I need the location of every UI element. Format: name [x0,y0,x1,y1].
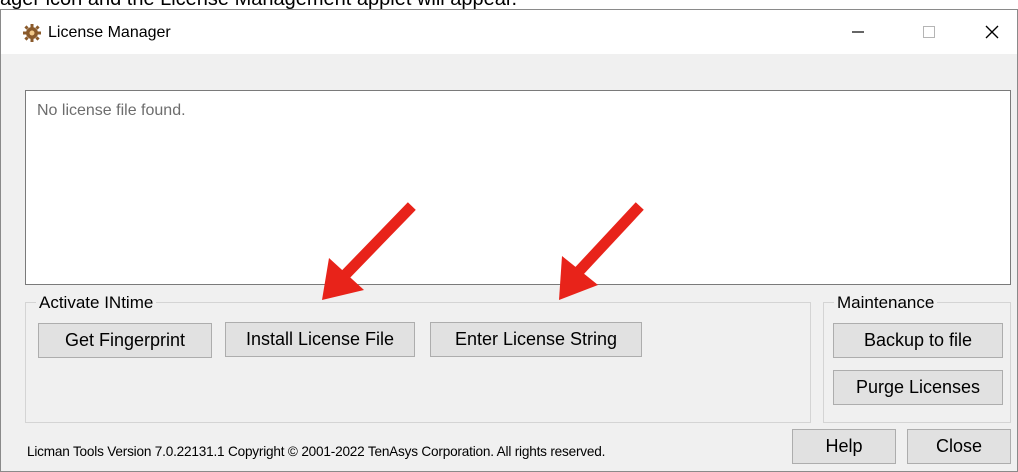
license-manager-window: License Manager No license file found. A… [0,9,1018,472]
close-icon [985,25,999,39]
get-fingerprint-button[interactable]: Get Fingerprint [38,323,212,358]
backup-to-file-button[interactable]: Backup to file [833,323,1003,358]
enter-license-string-button[interactable]: Enter License String [430,322,642,357]
title-bar: License Manager [1,10,1017,54]
maximize-button[interactable] [898,10,960,54]
activate-intime-label: Activate INtime [36,293,157,313]
license-info-textbox[interactable]: No license file found. [25,90,1011,285]
activate-intime-group: Activate INtime [25,293,811,423]
maximize-icon [923,26,935,38]
document-caption: ager icon and the License Management app… [0,0,1018,9]
gear-icon [22,23,42,43]
maintenance-label: Maintenance [834,293,938,313]
close-button[interactable]: Close [907,429,1011,464]
minimize-icon [852,31,864,33]
version-copyright-text: Licman Tools Version 7.0.22131.1 Copyrig… [27,444,606,459]
title-close-button[interactable] [961,10,1018,54]
purge-licenses-button[interactable]: Purge Licenses [833,370,1003,405]
window-title: License Manager [48,24,171,41]
help-button[interactable]: Help [792,429,896,464]
minimize-button[interactable] [827,10,889,54]
install-license-file-button[interactable]: Install License File [225,322,415,357]
license-info-text: No license file found. [37,102,186,119]
